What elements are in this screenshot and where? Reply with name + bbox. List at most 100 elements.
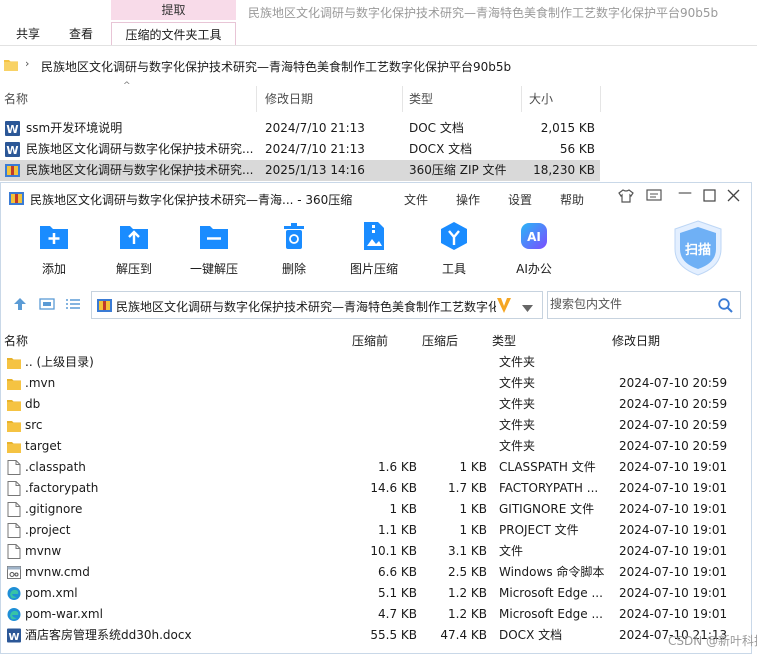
folder-row[interactable]: src 文件夹 2024-07-10 20:59: [1, 415, 751, 436]
column-header-type[interactable]: 类型: [409, 86, 433, 112]
up-level-icon[interactable]: [13, 297, 27, 314]
file-date: 2024-07-10 19:01: [619, 607, 728, 621]
scan-button[interactable]: 扫描: [667, 217, 729, 279]
breadcrumb-path[interactable]: 民族地区文化调研与数字化保护技术研究—青海特色美食制作工艺数字化保护平台90b5…: [41, 58, 511, 75]
breadcrumb-chevron-icon[interactable]: ›: [25, 57, 29, 70]
size-before: 10.1 KB: [370, 544, 417, 558]
v-logo-icon[interactable]: [496, 296, 512, 317]
menu-settings[interactable]: 设置: [508, 191, 532, 208]
menu-help[interactable]: 帮助: [560, 191, 584, 208]
file-date: 2024-07-10 19:01: [619, 544, 728, 558]
column-header-after[interactable]: 压缩后: [422, 331, 458, 351]
column-header-name[interactable]: 名称: [4, 86, 28, 112]
archive-path-field[interactable]: 民族地区文化调研与数字化保护技术研究—青海特色美食制作工艺数字化保护平台90b5…: [91, 291, 543, 319]
file-row[interactable]: W 酒店客房管理系统dd30h.docx 55.5 KB 47.4 KB DOCX 文档…: [1, 625, 751, 646]
file-type: 文件夹: [499, 376, 536, 390]
dropdown-arrow-icon[interactable]: [522, 301, 533, 315]
folder-row[interactable]: .mvn 文件夹 2024-07-10 20:59: [1, 373, 751, 394]
maximize-icon[interactable]: [703, 189, 716, 206]
search-input[interactable]: [550, 297, 710, 311]
column-divider[interactable]: [600, 86, 601, 112]
folder-row[interactable]: db 文件夹 2024-07-10 20:59: [1, 394, 751, 415]
file-date: 2024/7/10 21:13: [265, 121, 365, 135]
file-row-selected[interactable]: 民族地区文化调研与数字化保护技术研究... 2025/1/13 14:16 36…: [0, 160, 600, 181]
column-header-name[interactable]: 名称: [4, 331, 28, 351]
file-row[interactable]: W ssm开发环境说明 2024/7/10 21:13 DOC 文档 2,015…: [0, 118, 600, 139]
skin-shirt-icon[interactable]: [618, 189, 634, 207]
column-divider[interactable]: [521, 86, 522, 112]
size-before: 1.6 KB: [378, 460, 417, 474]
close-icon[interactable]: [727, 189, 740, 206]
explorer-address-bar[interactable]: › 民族地区文化调研与数字化保护技术研究—青海特色美食制作工艺数字化保护平台90…: [0, 54, 757, 78]
file-row[interactable]: mvnw 10.1 KB 3.1 KB 文件 2024-07-10 19:01: [1, 541, 751, 562]
tab-compressed-folder-tools[interactable]: 压缩的文件夹工具: [111, 22, 236, 46]
file-name: 民族地区文化调研与数字化保护技术研究...: [26, 163, 254, 177]
folder-row[interactable]: .. (上级目录) 文件夹: [1, 352, 751, 373]
file-date: 2024-07-10 19:01: [619, 481, 728, 495]
column-header-before[interactable]: 压缩前: [352, 331, 388, 351]
toolbar-label: 添加: [41, 262, 66, 276]
file-row[interactable]: pom.xml 5.1 KB 1.2 KB Microsoft Edge ... 202…: [1, 583, 751, 604]
file-row[interactable]: .factorypath 14.6 KB 1.7 KB FACTORYPATH ...…: [1, 478, 751, 499]
view-thumbnail-icon[interactable]: [39, 298, 55, 313]
toolbar-ai-office-button[interactable]: AI AI办公: [502, 221, 566, 277]
file-row[interactable]: W 民族地区文化调研与数字化保护技术研究... 2024/7/10 21:13 …: [0, 139, 600, 160]
view-list-icon[interactable]: [65, 298, 81, 313]
file-name: src: [25, 418, 43, 432]
file-name: 酒店客房管理系统dd30h.docx: [25, 628, 192, 642]
tab-share[interactable]: 共享: [8, 22, 48, 46]
toolbar-one-click-extract-button[interactable]: 一键解压: [182, 221, 246, 277]
size-after: 1 KB: [459, 460, 487, 474]
file-row[interactable]: pom-war.xml 4.7 KB 1.2 KB Microsoft Edge ..…: [1, 604, 751, 625]
file-type: DOCX 文档: [499, 628, 563, 642]
file-row[interactable]: mvnw.cmd 6.6 KB 2.5 KB Windows 命令脚本 2024-07-…: [1, 562, 751, 583]
column-header-size[interactable]: 大小: [529, 86, 553, 112]
size-after: 3.1 KB: [448, 544, 487, 558]
column-header-date[interactable]: 修改日期: [612, 331, 660, 351]
file-name: ssm开发环境说明: [26, 121, 123, 135]
minimize-icon[interactable]: —: [678, 185, 692, 201]
extract-to-icon: [119, 221, 149, 251]
toolbar-add-button[interactable]: 添加: [22, 221, 86, 277]
file-type: FACTORYPATH ...: [499, 481, 599, 495]
word-icon: W: [5, 142, 20, 157]
toolbar-extract-to-button[interactable]: 解压到: [102, 221, 166, 277]
toolbar-label: 工具: [441, 262, 466, 276]
file-row[interactable]: .project 1.1 KB 1 KB PROJECT 文件 2024-07-10 1…: [1, 520, 751, 541]
context-group-extract[interactable]: 提取: [111, 0, 236, 20]
column-header-type[interactable]: 类型: [492, 331, 516, 351]
file-name: pom.xml: [25, 586, 78, 600]
column-divider[interactable]: [256, 86, 257, 112]
search-field[interactable]: [547, 291, 741, 319]
one-click-extract-icon: [199, 221, 229, 251]
size-after: 1.2 KB: [448, 586, 487, 600]
tab-view[interactable]: 查看: [61, 22, 101, 46]
column-header-date[interactable]: 修改日期: [265, 86, 313, 112]
zip-icon: [5, 163, 20, 178]
scan-label: 扫描: [684, 243, 711, 258]
toolbar-tools-button[interactable]: 工具: [422, 221, 486, 277]
file-type: DOCX 文档: [409, 142, 473, 156]
toolbar-label: 解压到: [115, 262, 152, 276]
file-size: 2,015 KB: [540, 121, 595, 135]
menu-file[interactable]: 文件: [404, 191, 428, 208]
column-divider[interactable]: [402, 86, 403, 112]
delete-icon: [279, 221, 309, 251]
message-icon[interactable]: [646, 189, 662, 207]
toolbar-delete-button[interactable]: 删除: [262, 221, 326, 277]
toolbar-image-compress-button[interactable]: 图片压缩: [342, 221, 406, 277]
cmd-script-icon: [7, 565, 21, 580]
toolbar-label: 图片压缩: [349, 262, 398, 276]
search-icon[interactable]: [718, 298, 733, 316]
word-icon: W: [7, 628, 21, 643]
file-row[interactable]: .classpath 1.6 KB 1 KB CLASSPATH 文件 2024-07-…: [1, 457, 751, 478]
file-icon: [7, 544, 21, 559]
file-type: 360压缩 ZIP 文件: [409, 163, 507, 177]
file-type: DOC 文档: [409, 121, 464, 135]
file-row[interactable]: .gitignore 1 KB 1 KB GITIGNORE 文件 2024-07-10…: [1, 499, 751, 520]
file-type: Microsoft Edge ...: [499, 607, 603, 621]
folder-row[interactable]: target 文件夹 2024-07-10 20:59: [1, 436, 751, 457]
menu-operate[interactable]: 操作: [456, 191, 480, 208]
file-name: .classpath: [25, 460, 86, 474]
file-name: .factorypath: [25, 481, 99, 495]
